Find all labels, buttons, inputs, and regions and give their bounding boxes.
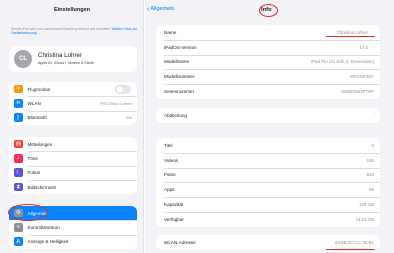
device-name-value: Christina Lohrer — [336, 29, 368, 35]
sidebar-item-mitteilungen[interactable]: ▤ Mitteilungen — [9, 137, 137, 151]
sidebar-item-flugmodus[interactable]: ✈ Flugmodus — [9, 82, 137, 96]
info-row-seriennummer: Seriennummer DMQDD83PTRF — [156, 84, 380, 99]
notifications-icon: ▤ — [14, 139, 23, 149]
media-storage-group: Titel 0 Videos 100 Fotos 543 Apps 86 Kap… — [156, 138, 380, 227]
available-value: 74,21 GB — [355, 216, 374, 222]
sidebar-item-label: Anzeige & Helligkeit — [27, 239, 69, 245]
management-note-text: Dieses iPad wird von Landratsamt Bamberg… — [11, 27, 111, 31]
chevron-right-icon: › — [373, 112, 375, 119]
network-group: WLAN-Adresse 64:8B:D7:CC:7E:9A — [156, 235, 380, 250]
screen-time-icon: ⧗ — [14, 182, 23, 192]
sidebar-item-anzeige-helligkeit[interactable]: A Anzeige & Helligkeit — [9, 234, 137, 249]
chevron-left-icon: ‹ — [147, 5, 150, 13]
info-row-label: Apps — [164, 187, 175, 193]
profile-cell[interactable]: CL Christina Lohrer Apple-ID, iCloud+, M… — [9, 46, 137, 72]
photos-count-value: 543 — [366, 172, 374, 178]
management-note: Dieses iPad wird von Landratsamt Bamberg… — [11, 27, 139, 36]
sidebar-item-label: Fokus — [27, 170, 41, 176]
sidebar-item-label: Bluetooth — [27, 115, 47, 121]
info-row-modellname: Modellname iPad Pro (11 Zoll, 2. Generat… — [156, 54, 380, 70]
info-row-label: Fotos — [164, 172, 176, 178]
chevron-right-icon: › — [373, 29, 375, 36]
wifi-address-value: 64:8B:D7:CC:7E:9A — [334, 239, 374, 245]
sidebar-item-label: WLAN — [27, 100, 41, 106]
info-row-ipados-version[interactable]: iPadOS-Version 17.0 › — [156, 39, 380, 55]
annotation-circle-info — [259, 4, 278, 17]
info-row-kapazitaet: Kapazität 128 GB — [156, 197, 380, 212]
sidebar-group-connectivity: ✈ Flugmodus ≋ WLAN FRITZ!Box Lohrer ᛒ Bl… — [9, 82, 137, 125]
settings-sidebar: Einstellungen Dieses iPad wird von Landr… — [0, 0, 144, 253]
avatar: CL — [14, 50, 32, 68]
sidebar-item-label: Bildschirmzeit — [27, 184, 56, 190]
sidebar-item-wlan[interactable]: ≋ WLAN FRITZ!Box Lohrer — [9, 96, 137, 110]
annotation-underline-wlan-address — [326, 249, 375, 251]
info-row-wlan-adresse: WLAN-Adresse 64:8B:D7:CC:7E:9A — [156, 235, 380, 250]
sidebar-item-label: Kontrollzentrum — [27, 224, 60, 230]
wifi-network-value: FRITZ!Box Lohrer — [99, 100, 132, 106]
info-row-label: Abdeckung — [164, 112, 187, 118]
info-row-label: Titel — [164, 142, 173, 148]
sidebar-title: Einstellungen — [53, 7, 91, 13]
info-row-label: Kapazität — [164, 202, 184, 208]
wifi-icon: ≋ — [14, 99, 23, 108]
info-row-label: Modellnummer — [164, 74, 195, 80]
control-center-icon: ≡ — [14, 223, 23, 232]
bluetooth-status-value: Ein — [126, 115, 132, 121]
info-row-videos: Videos 100 — [156, 152, 380, 168]
info-row-name[interactable]: Name Christina Lohrer › — [156, 25, 380, 40]
chevron-right-icon: › — [373, 44, 375, 51]
sidebar-item-toene[interactable]: ♪ Töne — [9, 151, 137, 165]
info-row-fotos: Fotos 543 — [156, 167, 380, 183]
sidebar-item-fokus[interactable]: ☾ Fokus — [9, 165, 137, 180]
airplane-icon: ✈ — [14, 84, 23, 94]
sidebar-item-bluetooth[interactable]: ᛒ Bluetooth Ein — [9, 110, 137, 125]
profile-subtitle: Apple-ID, iCloud+, Medien & Käufe — [38, 60, 94, 65]
info-row-titel: Titel 0 — [156, 138, 380, 153]
info-row-label: Name — [164, 29, 177, 35]
sidebar-item-bildschirmzeit[interactable]: ⧗ Bildschirmzeit — [9, 179, 137, 194]
sounds-icon: ♪ — [14, 154, 23, 163]
info-pane: ‹ Allgemein Info Name Christina Lohrer ›… — [145, 0, 394, 253]
videos-count-value: 100 — [366, 157, 374, 163]
bluetooth-icon: ᛒ — [14, 113, 23, 122]
capacity-value: 128 GB — [359, 202, 374, 208]
sidebar-group-notifications: ▤ Mitteilungen ♪ Töne ☾ Fokus ⧗ Bildschi… — [9, 137, 137, 195]
info-row-label: Videos — [164, 157, 178, 163]
annotation-circle-allgemein — [8, 204, 48, 221]
ipados-version-value: 17.0 — [359, 44, 368, 50]
sidebar-item-label: Mitteilungen — [27, 141, 53, 147]
coverage-group: Abdeckung › — [156, 108, 380, 123]
back-button[interactable]: ‹ Allgemein — [147, 5, 175, 13]
info-row-modellnummer: Modellnummer MY232FD/A — [156, 69, 380, 84]
info-row-label: Verfügbar — [164, 216, 184, 222]
info-row-abdeckung[interactable]: Abdeckung › — [156, 108, 380, 123]
profile-name: Christina Lohrer — [38, 52, 83, 59]
model-name-value: iPad Pro (11 Zoll, 2. Generation) — [311, 59, 374, 65]
focus-moon-icon: ☾ — [14, 168, 23, 177]
model-number-value: MY232FD/A — [350, 74, 374, 80]
songs-count-value: 0 — [371, 142, 374, 148]
airplane-mode-toggle[interactable] — [115, 84, 131, 94]
info-row-label: Seriennummer — [164, 89, 195, 95]
info-row-verfuegbar: Verfügbar 74,21 GB — [156, 211, 380, 227]
sidebar-item-label: Flugmodus — [27, 86, 51, 92]
sidebar-item-kontrollzentrum[interactable]: ≡ Kontrollzentrum — [9, 220, 137, 234]
info-row-label: Modellname — [164, 59, 190, 65]
sidebar-item-label: Töne — [27, 155, 38, 161]
serial-number-value: DMQDD83PTRF — [341, 89, 374, 95]
back-button-label: Allgemein — [150, 6, 175, 12]
display-brightness-icon: A — [14, 237, 23, 246]
apps-count-value: 86 — [369, 187, 374, 193]
info-row-label: iPadOS-Version — [164, 44, 197, 50]
info-row-label: WLAN-Adresse — [164, 239, 196, 245]
info-row-apps: Apps 86 — [156, 182, 380, 197]
